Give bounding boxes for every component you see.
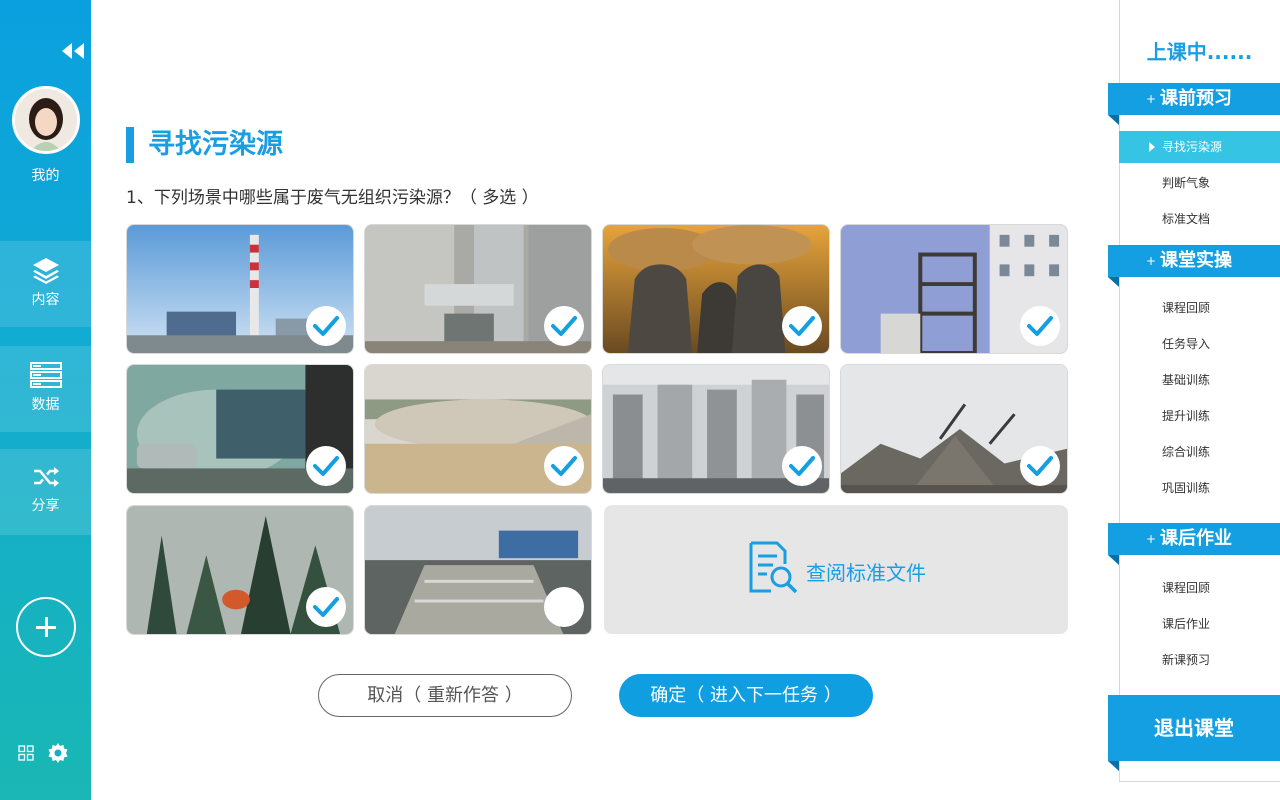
menu-item[interactable]: 巩固训练 <box>1119 472 1280 504</box>
view-standard-document-button[interactable]: 查阅标准文件 <box>604 505 1068 634</box>
menu-item[interactable]: 新课预习 <box>1119 644 1280 676</box>
image-option-wastewater-treatment[interactable] <box>364 505 592 635</box>
image-option-power-plant[interactable] <box>126 224 354 354</box>
image-option-vehicle-exhaust[interactable] <box>126 364 354 494</box>
selected-check-icon <box>782 306 822 346</box>
document-search-icon <box>749 541 798 594</box>
selected-check-icon <box>782 446 822 486</box>
selected-check-icon <box>306 306 346 346</box>
document-label: 查阅标准文件 <box>806 561 926 585</box>
section-title: 课后作业 <box>1160 528 1232 549</box>
plus-icon: + <box>1146 254 1157 268</box>
nav-label: 分享 <box>31 498 60 514</box>
gear-icon[interactable] <box>47 742 69 764</box>
section-title: 课堂实操 <box>1160 250 1232 271</box>
unselected-circle-icon <box>544 587 584 627</box>
avatar[interactable] <box>12 86 80 154</box>
plus-icon: + <box>1146 532 1157 546</box>
menu-item[interactable]: 课后作业 <box>1119 608 1280 640</box>
selected-check-icon <box>544 446 584 486</box>
class-status: 上课中...... <box>1146 40 1253 64</box>
left-sidebar: 我的 内容 数据 分享 <box>0 0 91 800</box>
nav-item-content[interactable]: 内容 <box>0 241 91 327</box>
menu-item[interactable]: 基础训练 <box>1119 364 1280 396</box>
menu-item[interactable]: 判断气象 <box>1119 167 1280 199</box>
shuffle-icon <box>33 467 59 487</box>
collapse-icon[interactable] <box>60 40 86 62</box>
nav-item-share[interactable]: 分享 <box>0 449 91 535</box>
nav-label: 内容 <box>31 292 60 308</box>
grid-icon[interactable] <box>18 745 34 761</box>
me-label: 我的 <box>31 168 60 184</box>
image-option-dusty-construction[interactable] <box>364 364 592 494</box>
image-option-forest-fire[interactable] <box>126 505 354 635</box>
selected-check-icon <box>306 446 346 486</box>
exit-class-button[interactable]: 退出课堂 <box>1108 695 1280 771</box>
plus-icon: + <box>1146 92 1157 106</box>
image-option-gravel-piles[interactable] <box>840 364 1068 494</box>
confirm-button[interactable]: 确定（ 进入下一任务 ） <box>619 674 873 717</box>
menu-item[interactable]: 任务导入 <box>1119 328 1280 360</box>
menu-item[interactable]: 综合训练 <box>1119 436 1280 468</box>
selected-check-icon <box>544 306 584 346</box>
section-in-class[interactable]: + 课堂实操 <box>1108 245 1280 287</box>
nav-item-data[interactable]: 数据 <box>0 346 91 432</box>
image-option-steel-structure[interactable] <box>840 224 1068 354</box>
section-title: 课前预习 <box>1160 88 1232 109</box>
image-option-industrial-ducts[interactable] <box>364 224 592 354</box>
layers-icon <box>32 258 59 284</box>
cancel-button[interactable]: 取消（ 重新作答 ） <box>318 674 572 717</box>
section-pre-class[interactable]: + 课前预习 <box>1108 83 1280 125</box>
nav-label: 数据 <box>31 397 60 413</box>
add-button[interactable] <box>16 597 76 657</box>
question-text: 1、下列场景中哪些属于废气无组织污染源？（ 多选 ） <box>126 188 539 208</box>
menu-item[interactable]: 标准文档 <box>1119 203 1280 235</box>
menu-item[interactable]: 课程回顾 <box>1119 292 1280 324</box>
section-after-class[interactable]: + 课后作业 <box>1108 523 1280 565</box>
menu-item[interactable]: 课程回顾 <box>1119 572 1280 604</box>
image-option-cooling-towers[interactable] <box>602 224 830 354</box>
menu-item[interactable]: 提升训练 <box>1119 400 1280 432</box>
server-icon <box>29 362 62 388</box>
page-title: 寻找污染源 <box>126 127 283 163</box>
selected-check-icon <box>306 587 346 627</box>
image-option-building-ventilation[interactable] <box>602 364 830 494</box>
selected-check-icon <box>1020 446 1060 486</box>
selected-check-icon <box>1020 306 1060 346</box>
menu-item[interactable]: 寻找污染源 <box>1119 131 1280 163</box>
